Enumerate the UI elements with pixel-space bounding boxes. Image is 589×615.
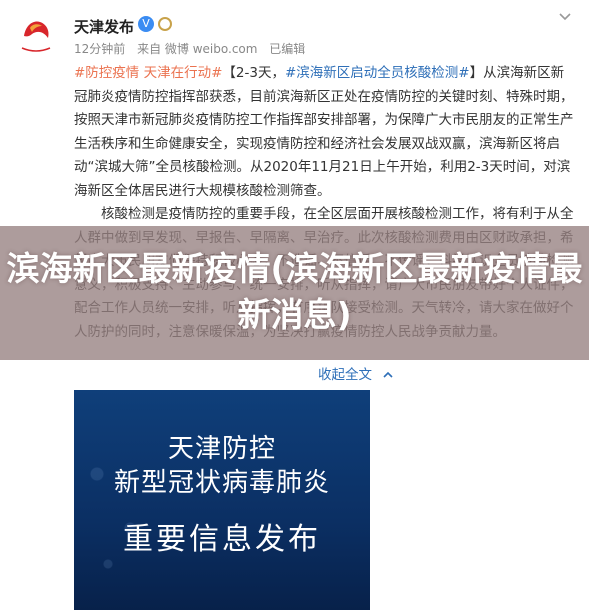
post-source[interactable]: 来自 微博 weibo.com <box>137 42 257 56</box>
post-image[interactable]: 天津防控 新型冠状病毒肺炎 重要信息发布 <box>74 390 370 610</box>
collapse-text-link[interactable]: 收起全文 <box>318 363 394 383</box>
post-header: 天津发布 V 12分钟前 来自 微博 weibo.com 已编辑 <box>0 0 589 64</box>
verified-badge-icon: V <box>138 16 154 32</box>
image-line-3: 重要信息发布 <box>123 522 321 557</box>
post-meta: 12分钟前 来自 微博 weibo.com 已编辑 <box>74 40 313 57</box>
avatar[interactable] <box>12 10 60 58</box>
tianjin-logo-icon <box>20 16 52 52</box>
medal-icon <box>158 17 172 31</box>
post-time: 12分钟前 <box>74 42 126 56</box>
collapse-label[interactable]: 收起全文 <box>318 367 372 383</box>
image-line-2: 新型冠状病毒肺炎 <box>113 468 330 498</box>
paragraph-1: #防控疫情 天津在行动#【2-3天，#滨海新区启动全员核酸检测#】从滨海新区新冠… <box>74 62 574 203</box>
chevron-up-icon[interactable] <box>382 370 394 380</box>
topic-tag-link[interactable]: #防控疫情 天津在行动# <box>74 65 222 81</box>
image-line-1: 天津防控 <box>167 434 276 464</box>
overlay-title: 滨海新区最新疫情(滨海新区最新疫情最新消息) <box>6 249 583 334</box>
hashtag-link[interactable]: #滨海新区启动全员核酸检测# <box>285 65 470 81</box>
para1-tail: 】从滨海新区新冠肺炎疫情防控指挥部获悉，目前滨海新区正处在疫情防控的关键时刻、特… <box>74 65 574 199</box>
para1-head: 【2-3天， <box>222 65 285 81</box>
username[interactable]: 天津发布 <box>74 16 134 37</box>
title-overlay: 滨海新区最新疫情(滨海新区最新疫情最新消息) <box>0 226 589 360</box>
edited-label[interactable]: 已编辑 <box>269 42 305 56</box>
chevron-down-icon[interactable] <box>555 10 575 30</box>
